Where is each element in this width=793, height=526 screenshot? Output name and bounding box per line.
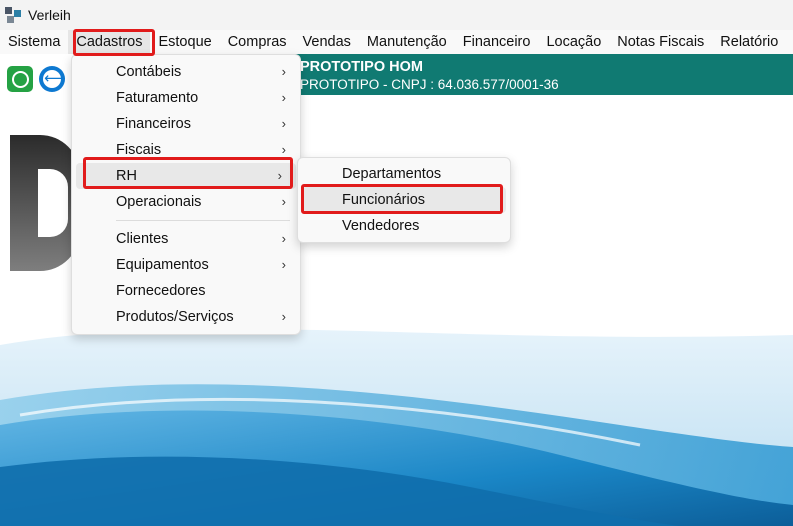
menu-item-equipamentos[interactable]: Equipamentos › — [72, 252, 300, 278]
chevron-right-icon: › — [281, 231, 286, 246]
title-bar: Verleih — [0, 0, 793, 30]
menu-separator — [116, 220, 290, 221]
submenu-item-departamentos[interactable]: Departamentos — [298, 161, 510, 187]
app-icon — [5, 7, 21, 23]
whatsapp-icon[interactable] — [7, 66, 33, 92]
menu-item-contabeis[interactable]: Contábeis › — [72, 59, 300, 85]
menu-item-faturamento[interactable]: Faturamento › — [72, 85, 300, 111]
menu-locacao[interactable]: Locação — [538, 30, 609, 54]
window-title: Verleih — [28, 7, 71, 23]
chevron-right-icon: › — [281, 257, 286, 272]
menu-cadastros[interactable]: Cadastros — [68, 30, 151, 54]
menu-notas-fiscais[interactable]: Notas Fiscais — [609, 30, 712, 54]
menu-item-clientes[interactable]: Clientes › — [72, 226, 300, 252]
menu-item-financeiros[interactable]: Financeiros › — [72, 111, 300, 137]
menu-relatorios[interactable]: Relatório — [712, 30, 786, 54]
chevron-right-icon: › — [281, 309, 286, 324]
menu-item-rh[interactable]: RH › — [76, 163, 296, 189]
menu-item-fornecedores[interactable]: Fornecedores — [72, 278, 300, 304]
menu-manutencao[interactable]: Manutenção — [359, 30, 455, 54]
teamviewer-icon[interactable] — [39, 66, 65, 92]
menu-bar: Sistema Cadastros Estoque Compras Vendas… — [0, 30, 793, 54]
menu-item-fiscais[interactable]: Fiscais › — [72, 137, 300, 163]
menu-item-produtos-servicos[interactable]: Produtos/Serviços › — [72, 304, 300, 330]
company-banner: PROTOTIPO HOM PROTOTIPO - CNPJ : 64.036.… — [290, 54, 793, 95]
rh-submenu: Departamentos Funcionários Vendedores — [297, 157, 511, 243]
chevron-right-icon: › — [281, 64, 286, 79]
menu-sistema[interactable]: Sistema — [0, 30, 68, 54]
menu-estoque[interactable]: Estoque — [150, 30, 219, 54]
chevron-right-icon: › — [281, 142, 286, 157]
chevron-right-icon: › — [281, 90, 286, 105]
submenu-item-vendedores[interactable]: Vendedores — [298, 213, 510, 239]
menu-compras[interactable]: Compras — [220, 30, 295, 54]
chevron-right-icon: › — [281, 194, 286, 209]
company-name: PROTOTIPO HOM — [300, 59, 423, 75]
chevron-right-icon: › — [281, 116, 286, 131]
menu-vendas[interactable]: Vendas — [295, 30, 359, 54]
company-cnpj: PROTOTIPO - CNPJ : 64.036.577/0001-36 — [300, 77, 559, 92]
cadastros-dropdown: Contábeis › Faturamento › Financeiros › Fis… — [71, 54, 301, 335]
submenu-item-funcionarios[interactable]: Funcionários — [302, 187, 506, 213]
menu-item-operacionais[interactable]: Operacionais › — [72, 189, 300, 215]
menu-financeiro[interactable]: Financeiro — [455, 30, 539, 54]
chevron-right-icon: › — [277, 168, 282, 183]
